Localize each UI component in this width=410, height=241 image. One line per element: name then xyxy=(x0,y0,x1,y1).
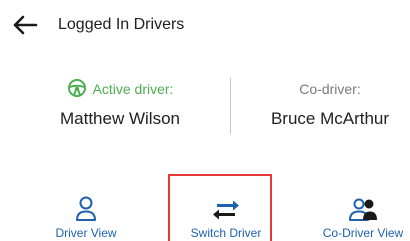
swap-arrows-icon xyxy=(213,200,239,220)
page-title: Logged In Drivers xyxy=(58,16,185,33)
active-driver-role: Active driver: xyxy=(20,78,220,100)
co-driver-section: Co-driver: Bruce McArthur xyxy=(240,78,410,130)
co-driver-view-button[interactable]: Co-Driver View xyxy=(316,194,410,240)
two-people-icon xyxy=(349,198,377,221)
drivers-panel: Active driver: Matthew Wilson Co-driver:… xyxy=(0,78,410,148)
co-driver-label: Co-driver: xyxy=(299,81,361,97)
switch-driver-label: Switch Driver xyxy=(190,226,262,240)
back-arrow-icon[interactable] xyxy=(10,10,40,40)
bottom-nav: Driver View Switch Driver Co-Driver View xyxy=(0,174,410,241)
person-icon xyxy=(76,196,96,221)
switch-driver-button[interactable]: Switch Driver xyxy=(183,194,269,240)
active-driver-name: Matthew Wilson xyxy=(60,109,180,128)
co-driver-name: Bruce McArthur xyxy=(270,109,390,128)
driver-view-label: Driver View xyxy=(55,226,117,240)
co-driver-view-label: Co-Driver View xyxy=(322,226,404,240)
app-header: Logged In Drivers xyxy=(0,0,410,52)
active-driver-section: Active driver: Matthew Wilson xyxy=(20,78,220,130)
back-button[interactable] xyxy=(10,10,40,40)
active-driver-label: Active driver: xyxy=(92,81,174,97)
steering-wheel-icon xyxy=(67,79,86,97)
driver-divider xyxy=(230,78,231,134)
driver-view-button[interactable]: Driver View xyxy=(48,194,124,240)
